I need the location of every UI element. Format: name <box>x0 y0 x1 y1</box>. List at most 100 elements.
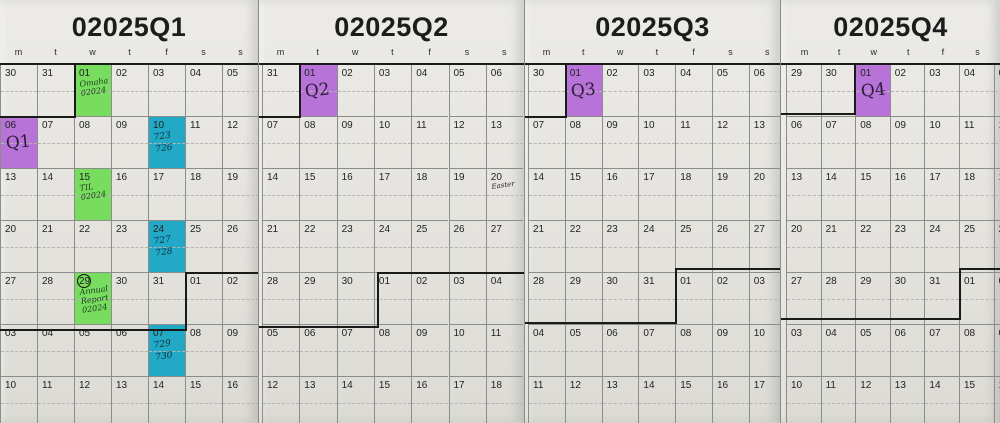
weekday-letter: m <box>14 47 23 57</box>
day-number: 07 <box>533 120 545 131</box>
day-cell: 15 <box>564 168 602 220</box>
day-cell: 16 <box>993 376 1000 423</box>
day-number: 10 <box>5 380 17 391</box>
handwritten-note: 729 730 <box>153 338 174 363</box>
day-number: 17 <box>453 380 465 391</box>
day-cell: 24 <box>638 220 676 272</box>
day-number: 06 <box>894 328 906 339</box>
day-cell: 13 <box>299 376 337 423</box>
day-cell: 10 <box>748 324 780 376</box>
day-number: 10 <box>453 328 465 339</box>
day-cell: 12 <box>448 116 486 168</box>
day-number: 25 <box>964 224 976 235</box>
day-cell: 10 <box>638 116 676 168</box>
day-cell: 22 <box>855 220 890 272</box>
day-cell: 05 <box>712 64 749 116</box>
day-cell: 04 <box>411 64 449 116</box>
handwritten-note: Q1 <box>4 131 32 154</box>
day-number: 17 <box>378 172 391 183</box>
day-cell: 23 <box>111 220 148 272</box>
day-number: 26 <box>717 224 729 235</box>
day-cell: 10 <box>0 376 37 423</box>
day-cell: 03 <box>638 64 676 116</box>
day-cell: 05 <box>993 64 1000 116</box>
day-cell: 27 <box>485 220 524 272</box>
day-number: 15 <box>860 172 872 183</box>
day-number: 16 <box>606 172 618 183</box>
day-cell: 10 <box>373 116 412 168</box>
day-cell: 17 <box>924 168 959 220</box>
day-number: 16 <box>341 172 353 183</box>
day-number: 23 <box>116 224 128 235</box>
day-number: 10 <box>753 328 765 339</box>
day-cell: 08 <box>185 324 222 376</box>
day-number: 08 <box>79 120 91 131</box>
day-cell: 03 <box>0 324 37 376</box>
day-number: 30 <box>116 276 128 287</box>
day-cell: 25 <box>411 220 449 272</box>
day-cell: 08 <box>373 324 412 376</box>
day-number: 14 <box>267 172 279 183</box>
weekday-letter: t <box>837 47 841 57</box>
highlighted-day-cell: 10 723 726 <box>148 116 185 168</box>
day-number: 03 <box>929 68 941 79</box>
highlighted-day-cell: 07 729 730 <box>148 324 185 376</box>
day-number: 14 <box>643 380 655 391</box>
weekday-letter: f <box>428 47 431 57</box>
day-number: 09 <box>717 328 729 339</box>
day-cell: 05 <box>564 324 602 376</box>
day-cell: 16 <box>222 376 258 423</box>
day-cell: 28 <box>528 272 565 324</box>
day-number: 22 <box>860 224 872 235</box>
weekday-letter: t <box>655 47 659 57</box>
day-number: 05 <box>717 68 729 79</box>
day-number: 13 <box>606 380 618 391</box>
day-number: 12 <box>860 380 872 391</box>
day-cell: 17 <box>148 168 185 220</box>
day-number: 01 <box>569 68 581 79</box>
day-cell: 18 <box>959 168 994 220</box>
quarter-panel-4: 02025Q4mtwtfss293001Q4020304050607080910… <box>781 0 1000 423</box>
day-number: 19 <box>227 172 239 183</box>
day-cell: 11 <box>185 116 222 168</box>
day-number: 15 <box>304 172 316 183</box>
quarter-panel-2: 02025Q2 m t w t f s s 31 01 Q2 02 03 04 05 06 07 08 09 10 11… <box>259 0 524 423</box>
day-cell: 28 <box>820 272 856 324</box>
day-number: 27 <box>791 276 803 287</box>
weekday-letter: m <box>276 47 285 57</box>
month-boundary-line <box>525 116 567 118</box>
day-number: 17 <box>153 172 165 183</box>
handwritten-note: Q2 <box>304 79 331 102</box>
month-boundary-line <box>565 63 567 117</box>
day-cell: 06 <box>889 324 925 376</box>
day-number: 15 <box>378 380 391 391</box>
day-cell: 24 <box>373 220 412 272</box>
weekday-letter: t <box>316 47 320 57</box>
weekday-letter: s <box>994 47 1000 57</box>
day-cell: 13 <box>748 116 780 168</box>
day-number: 03 <box>791 328 803 339</box>
day-cell: 17 <box>638 168 676 220</box>
day-cell: 11 <box>37 376 74 423</box>
day-cell: 16 <box>889 168 925 220</box>
day-number: 31 <box>153 276 165 287</box>
day-number: 07 <box>341 328 353 339</box>
day-cell: 08 <box>564 116 602 168</box>
handwritten-note: 723 726 <box>153 130 174 155</box>
day-cell: 05 <box>222 64 258 116</box>
day-number: 02 <box>341 68 353 79</box>
day-cell: 02 <box>601 64 639 116</box>
day-cell: 29 <box>564 272 602 324</box>
day-number: 23 <box>894 224 906 235</box>
day-cell: 10 <box>448 324 486 376</box>
weekday-letter: w <box>89 47 96 57</box>
weekday-letter: t <box>54 47 57 57</box>
day-number: 14 <box>825 172 837 183</box>
day-cell: 09 <box>222 324 258 376</box>
day-cell: 19 <box>448 168 486 220</box>
day-number: 22 <box>304 224 316 235</box>
day-cell: 16 <box>601 168 639 220</box>
day-cell: 20 <box>786 220 821 272</box>
day-cell: 16 <box>411 376 449 423</box>
day-cell: 25 <box>675 220 712 272</box>
